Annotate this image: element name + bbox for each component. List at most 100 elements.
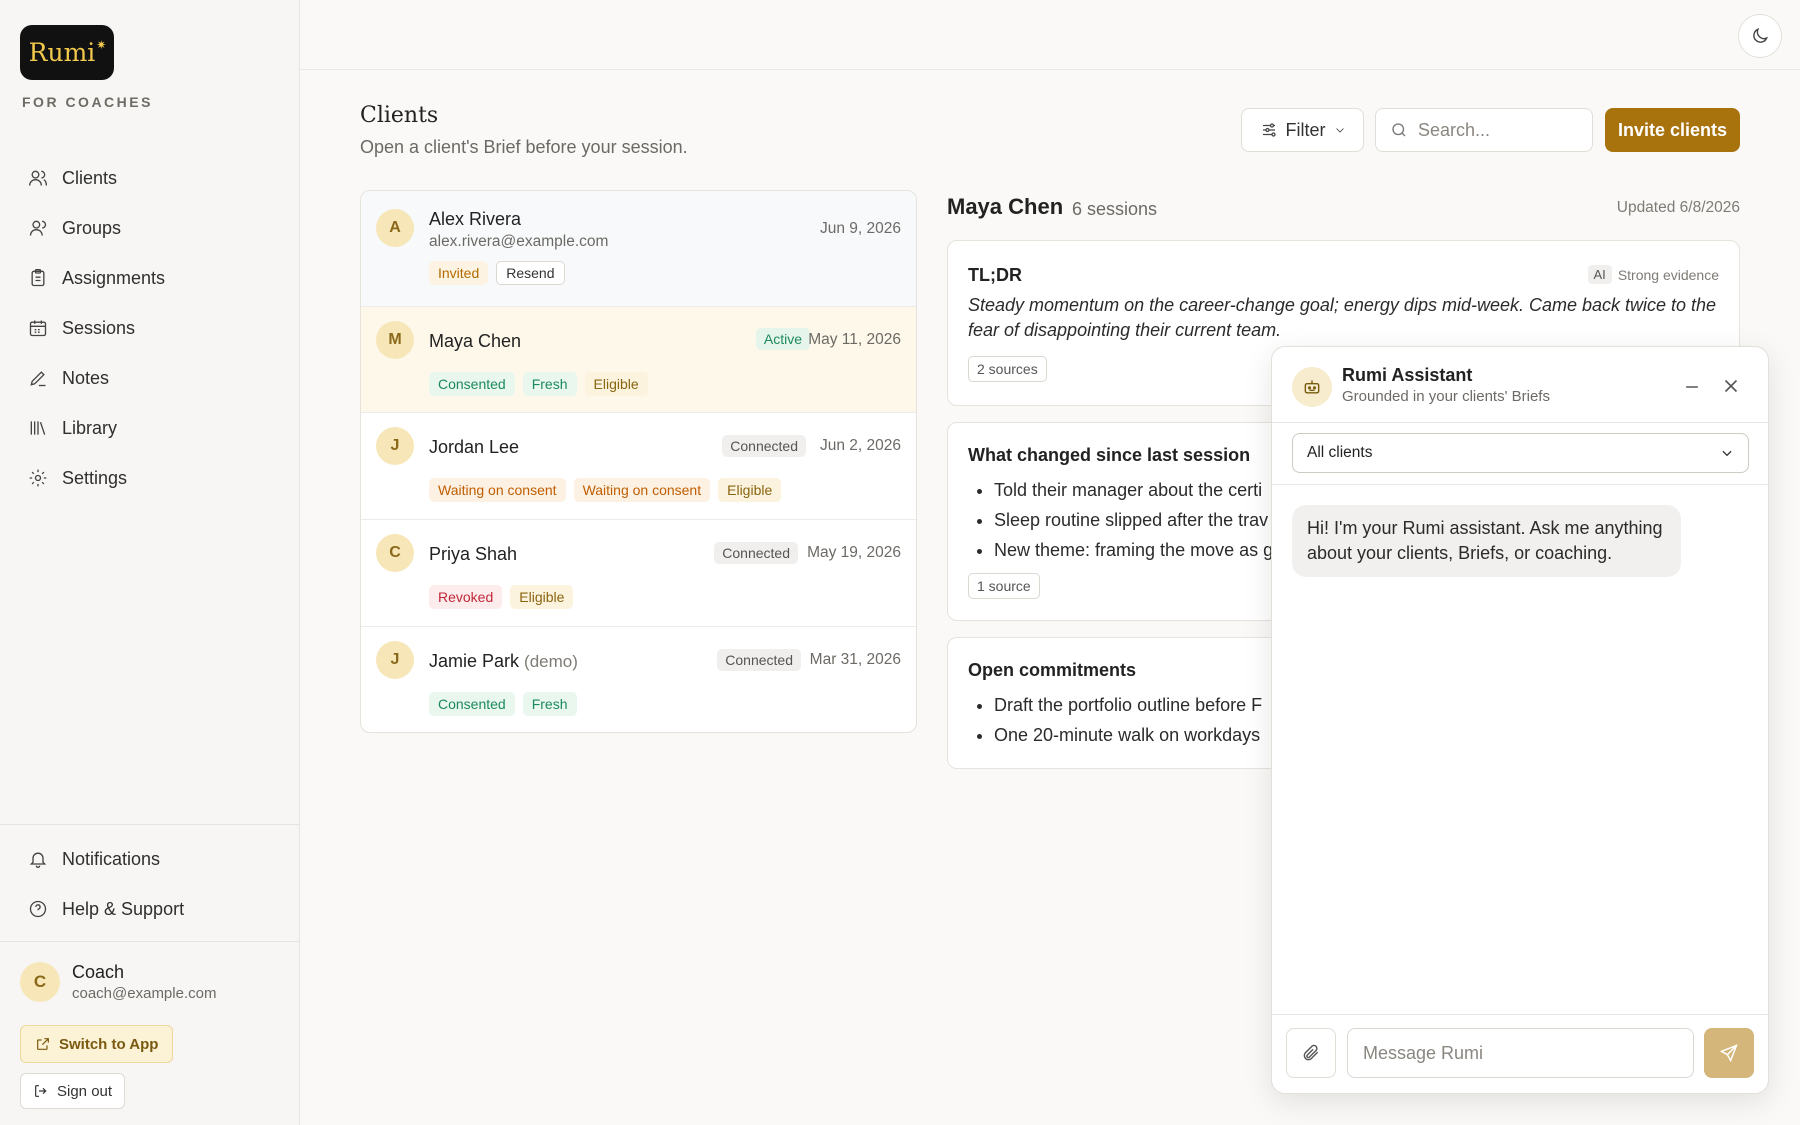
close-button[interactable] <box>1720 375 1742 397</box>
status-badge: Eligible <box>510 585 574 609</box>
sidebar-item-label: Settings <box>62 467 128 488</box>
search-box <box>1375 108 1593 152</box>
resend-button[interactable]: Resend <box>496 261 565 285</box>
avatar: C <box>20 962 60 1002</box>
chevron-down-icon <box>1722 450 1732 457</box>
sun-icon: ✷ <box>96 37 107 52</box>
filter-label: Filter <box>1285 119 1326 140</box>
client-name: Jamie Park (demo) <box>429 651 578 672</box>
sidebar-item-label: Notifications <box>62 848 161 869</box>
bell-icon <box>29 852 47 868</box>
sidebar: Rumi ✷ FOR COACHES Clients Groups Assignm… <box>0 0 300 1125</box>
sidebar-item-notifications[interactable]: Notifications <box>20 834 280 884</box>
client-avatar: A <box>376 209 414 247</box>
minimize-button[interactable] <box>1682 377 1702 397</box>
sidebar-item-clients[interactable]: Clients <box>20 153 280 203</box>
sources-button[interactable]: 2 sources <box>968 356 1047 382</box>
client-status-badge: Connected <box>722 435 806 457</box>
sign-out-button[interactable]: Sign out <box>20 1073 126 1109</box>
client-avatar: C <box>376 534 414 572</box>
send-icon <box>1719 1044 1738 1063</box>
profile-name: Coach <box>72 962 125 982</box>
client-date: Mar 31, 2026 <box>809 651 901 668</box>
sidebar-divider <box>0 824 300 825</box>
client-status-badge: Connected <box>717 649 801 671</box>
client-row-priya-shah[interactable]: C Priya Shah Connected May 19, 2026 Revo… <box>361 520 916 627</box>
sidebar-item-notes[interactable]: Notes <box>20 353 280 403</box>
sidebar-item-label: Clients <box>62 167 118 188</box>
assistant-title: Rumi Assistant <box>1342 365 1473 385</box>
sign-out-icon <box>35 1085 47 1097</box>
client-scope-select[interactable]: All clients <box>1292 433 1749 473</box>
filter-button[interactable]: Filter <box>1241 108 1364 152</box>
ai-badge: AI <box>1587 265 1612 284</box>
users-icon <box>29 170 47 186</box>
client-name: Maya Chen <box>429 331 522 351</box>
detail-updated: Updated 6/8/2026 <box>1616 199 1740 216</box>
status-badge: Eligible <box>584 372 648 396</box>
tldr-title: TL;DR <box>968 265 1022 285</box>
invite-clients-button[interactable]: Invite clients <box>1605 108 1740 152</box>
pencil-icon <box>30 371 46 387</box>
attach-button[interactable] <box>1286 1028 1336 1078</box>
brand-subtitle: FOR COACHES <box>22 94 153 110</box>
theme-toggle-button[interactable] <box>1738 14 1782 58</box>
evidence-badge: AI Strong evidence <box>1587 265 1719 284</box>
status-badge: Consented <box>429 372 515 396</box>
client-row-alex-rivera[interactable]: A Alex Rivera alex.rivera@example.com Ju… <box>361 191 916 307</box>
status-badge: Invited <box>429 261 489 285</box>
sidebar-item-library[interactable]: Library <box>20 403 280 453</box>
sidebar-item-label: Assignments <box>62 267 166 288</box>
client-date: Jun 2, 2026 <box>819 437 901 454</box>
sidebar-item-assignments[interactable]: Assignments <box>20 253 280 303</box>
sidebar-divider <box>0 941 300 942</box>
client-name: Priya Shah <box>429 544 518 564</box>
clipboard-icon <box>31 269 45 287</box>
client-avatar: M <box>376 321 414 359</box>
rumi-logo[interactable]: Rumi ✷ <box>20 25 114 80</box>
commitments-list: Draft the portfolio outline before F One… <box>994 690 1262 750</box>
send-button[interactable] <box>1704 1028 1754 1078</box>
message-input[interactable] <box>1347 1028 1694 1078</box>
commitments-title: Open commitments <box>968 660 1137 680</box>
tldr-text: Steady momentum on the career-change goa… <box>968 295 1717 340</box>
client-row-jordan-lee[interactable]: J Jordan Lee Connected Jun 2, 2026 Waiti… <box>361 413 916 520</box>
client-avatar: J <box>376 427 414 465</box>
robot-icon <box>1292 367 1332 407</box>
client-status-badge: Connected <box>714 542 798 564</box>
evidence-label: Strong evidence <box>1617 266 1719 283</box>
client-email: alex.rivera@example.com <box>429 233 609 250</box>
sidebar-item-settings[interactable]: Settings <box>20 453 280 503</box>
sidebar-item-label: Library <box>62 417 118 438</box>
status-badge: Eligible <box>718 478 782 502</box>
sign-out-label: Sign out <box>57 1082 113 1100</box>
client-scope-value: All clients <box>1307 444 1373 461</box>
moon-icon <box>1753 27 1769 43</box>
profile-email: coach@example.com <box>72 985 217 1002</box>
sidebar-item-label: Groups <box>62 217 122 238</box>
list-item: Told their manager about the certi <box>994 475 1273 505</box>
sources-button[interactable]: 1 source <box>968 573 1040 599</box>
sidebar-item-label: Sessions <box>62 317 136 338</box>
client-date: May 11, 2026 <box>808 331 901 348</box>
list-item: One 20-minute walk on workdays <box>994 720 1262 750</box>
user-profile: C Coach coach@example.com <box>20 962 216 1002</box>
status-badge: Fresh <box>522 692 577 716</box>
assistant-message: Hi! I'm your Rumi assistant. Ask me anyt… <box>1292 505 1681 577</box>
assistant-panel: Rumi Assistant Grounded in your clients'… <box>1271 346 1769 1094</box>
sidebar-item-groups[interactable]: Groups <box>20 203 280 253</box>
sidebar-item-label: Notes <box>62 367 110 388</box>
sidebar-bottom-nav: Notifications Help & Support <box>20 834 280 934</box>
page-title: Clients <box>360 103 439 128</box>
changes-title: What changed since last session <box>968 445 1251 465</box>
search-input[interactable] <box>1418 119 1578 141</box>
help-icon <box>29 900 47 918</box>
changes-list: Told their manager about the certi Sleep… <box>994 475 1273 565</box>
sidebar-item-sessions[interactable]: Sessions <box>20 303 280 353</box>
switch-to-app-button[interactable]: Switch to App <box>20 1025 174 1063</box>
sidebar-item-label: Help & Support <box>62 898 185 919</box>
sidebar-item-help[interactable]: Help & Support <box>20 884 280 934</box>
client-row-maya-chen[interactable]: M Maya Chen Active May 11, 2026 Consente… <box>361 307 916 413</box>
client-row-jamie-park[interactable]: J Jamie Park (demo) Connected Mar 31, 20… <box>361 627 916 732</box>
close-icon <box>1724 379 1738 393</box>
